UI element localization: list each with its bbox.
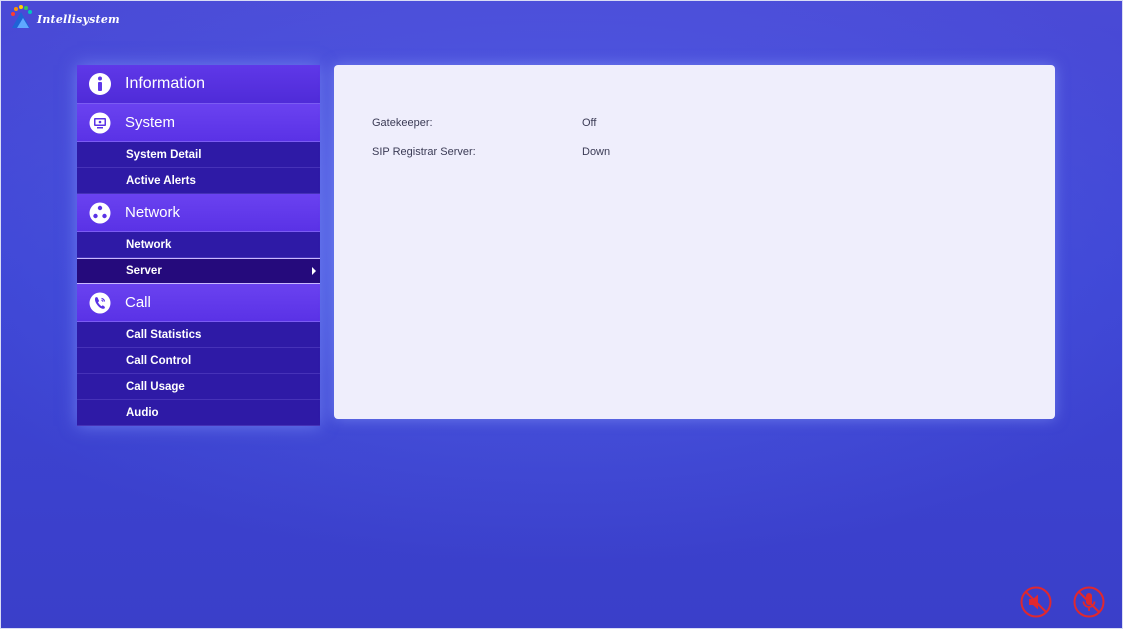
section-label: System: [125, 114, 176, 131]
sidebar-section-network[interactable]: Network: [77, 194, 320, 232]
monitor-icon: [88, 111, 112, 135]
sidebar-item-call-usage[interactable]: Call Usage: [77, 374, 320, 400]
speaker-muted-icon: [1020, 586, 1052, 618]
brand-logo: Intellisystem: [8, 4, 120, 30]
info-key: Gatekeeper:: [372, 117, 433, 129]
phone-icon: [88, 291, 112, 315]
info-icon: [88, 72, 112, 96]
sidebar-header-information[interactable]: Information: [77, 65, 320, 104]
info-value: Off: [582, 117, 597, 129]
info-value: Down: [582, 146, 611, 158]
server-info-panel: Gatekeeper: Off SIP Registrar Server: Do…: [334, 65, 1055, 419]
info-key: SIP Registrar Server:: [372, 146, 476, 158]
network-icon: [88, 201, 112, 225]
microphone-muted-icon: [1073, 586, 1105, 618]
section-label: Network: [125, 204, 181, 221]
chevron-right-icon: [312, 267, 316, 275]
brand-name: Intellisystem: [37, 12, 120, 26]
sidebar-item-call-statistics[interactable]: Call Statistics: [77, 322, 320, 348]
sidebar-item-server[interactable]: Server: [77, 258, 320, 284]
sidebar-item-network[interactable]: Network: [77, 232, 320, 258]
sidebar-item-system-detail[interactable]: System Detail: [77, 142, 320, 168]
sidebar-item-active-alerts[interactable]: Active Alerts: [77, 168, 320, 194]
sidebar-item-label: Server: [126, 265, 162, 277]
logo-mark-icon: [11, 5, 32, 28]
sidebar-section-call[interactable]: Call: [77, 284, 320, 322]
sidebar-section-system[interactable]: System: [77, 104, 320, 142]
sidebar-item-audio[interactable]: Audio: [77, 400, 320, 426]
sidebar-item-call-control[interactable]: Call Control: [77, 348, 320, 374]
section-label: Call: [125, 294, 151, 311]
sidebar-menu: Information System System Detail Active …: [77, 65, 320, 426]
sidebar-header-label: Information: [125, 75, 206, 92]
